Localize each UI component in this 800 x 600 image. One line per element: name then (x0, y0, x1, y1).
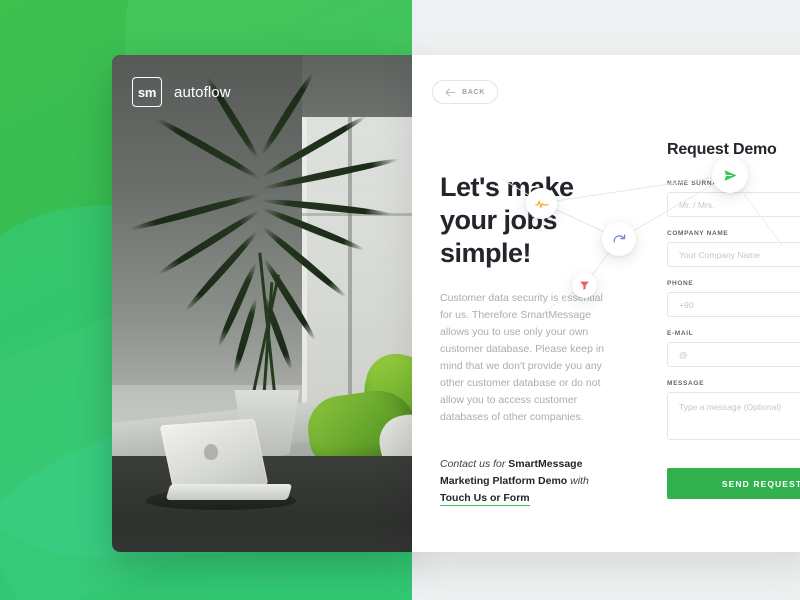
request-demo-form: Request Demo NAME SURNAME COMPANY NAME P… (667, 141, 800, 499)
field-email: E-MAIL (667, 330, 800, 367)
arrow-left-icon (445, 88, 456, 96)
phone-input[interactable] (667, 292, 800, 317)
field-message: MESSAGE (667, 380, 800, 445)
activity-pulse-icon (534, 199, 549, 208)
send-request-button[interactable]: SEND REQUEST (667, 468, 800, 499)
contact-prefix: Contact us for (440, 457, 506, 470)
send-node[interactable] (712, 157, 748, 193)
activity-node[interactable] (526, 188, 557, 219)
send-icon (723, 169, 737, 181)
back-button-label: BACK (461, 88, 486, 96)
photo-laptop-base (165, 484, 293, 500)
brand-logo-mark: sm (132, 77, 162, 107)
name-surname-input[interactable] (667, 192, 800, 217)
content-card: BACK Let's make your jobs simple! Custom… (412, 55, 800, 552)
label-phone: PHONE (667, 280, 694, 287)
contact-form-link[interactable]: Touch Us or Form (440, 491, 530, 506)
label-email: E-MAIL (667, 330, 694, 337)
hero-photo-card: sm autoflow (112, 55, 412, 552)
email-input[interactable] (667, 342, 800, 367)
refresh-node[interactable] (602, 222, 636, 256)
brand-logo[interactable]: sm autoflow (132, 77, 231, 107)
hero-paragraph: Customer data security is essential for … (440, 291, 605, 423)
label-company-name: COMPANY NAME (667, 230, 729, 237)
page-title: Let's make your jobs simple! (440, 171, 620, 270)
contact-with: with (570, 474, 589, 487)
brand-logo-text: autoflow (174, 83, 231, 101)
field-company-name: COMPANY NAME (667, 230, 800, 267)
filter-funnel-icon (580, 281, 589, 290)
app-stage: sm autoflow BACK Let's make your jobs si… (0, 0, 800, 600)
hero-content: Let's make your jobs simple! Customer da… (440, 171, 620, 507)
headline-line-3: simple! (440, 237, 532, 268)
filter-node[interactable] (572, 273, 597, 298)
photo-laptop-logo (204, 444, 218, 460)
back-button[interactable]: BACK (432, 80, 498, 104)
refresh-redo-icon (613, 233, 625, 243)
contact-block: Contact us for SmartMessage Marketing Pl… (440, 456, 615, 507)
company-name-input[interactable] (667, 242, 800, 267)
message-textarea[interactable] (667, 392, 800, 440)
field-phone: PHONE (667, 280, 800, 317)
label-message: MESSAGE (667, 380, 705, 387)
form-title: Request Demo (667, 141, 777, 158)
